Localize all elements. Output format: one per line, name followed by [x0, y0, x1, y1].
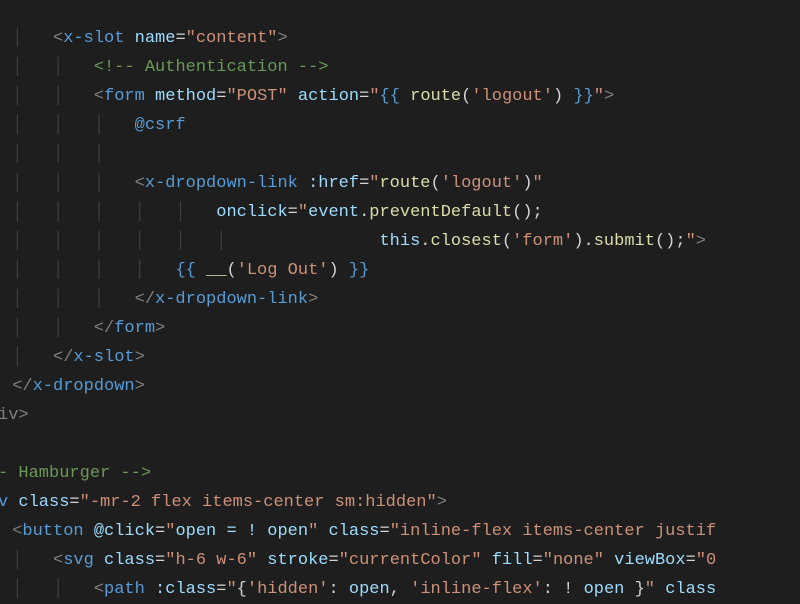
code-line[interactable]: │ │ │ <x-dropdown-link :href="route('log…: [0, 169, 716, 198]
code-line[interactable]: │ │ │ │ │ onclick="event.preventDefault(…: [0, 198, 716, 227]
code-line[interactable]: - Hamburger -->: [0, 459, 716, 488]
code-line[interactable]: │ │ </form>: [0, 314, 716, 343]
code-line[interactable]: iv>: [0, 401, 716, 430]
code-editor[interactable]: │ <x-slot name="content"> │ │ <!-- Authe…: [0, 0, 716, 604]
code-line[interactable]: [0, 430, 716, 459]
code-line[interactable]: │ <svg class="h-6 w-6" stroke="currentCo…: [0, 546, 716, 575]
code-line[interactable]: </x-dropdown>: [0, 372, 716, 401]
code-line[interactable]: │ │ │ │ {{ __('Log Out') }}: [0, 256, 716, 285]
code-line[interactable]: │ │ │ @csrf: [0, 111, 716, 140]
code-line[interactable]: │ │ │ │ │ │ this.closest('form').submit(…: [0, 227, 716, 256]
code-line[interactable]: <button @click="open = ! open" class="in…: [0, 517, 716, 546]
code-line[interactable]: │ │ │ </x-dropdown-link>: [0, 285, 716, 314]
code-line[interactable]: │ │ <!-- Authentication -->: [0, 53, 716, 82]
code-line[interactable]: │ </x-slot>: [0, 343, 716, 372]
code-line[interactable]: │ │ │: [0, 140, 716, 169]
code-line[interactable]: │ │ <form method="POST" action="{{ route…: [0, 82, 716, 111]
code-line[interactable]: v class="-mr-2 flex items-center sm:hidd…: [0, 488, 716, 517]
code-line[interactable]: │ <x-slot name="content">: [0, 24, 716, 53]
